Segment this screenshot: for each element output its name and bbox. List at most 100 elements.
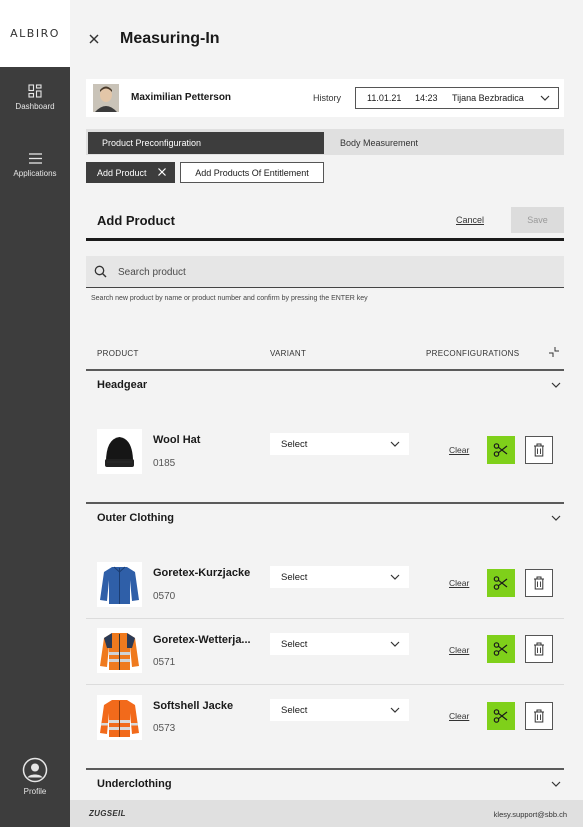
scissors-icon: [493, 642, 508, 656]
section-title: Add Product: [97, 213, 175, 228]
chip-label: Add Product: [97, 167, 147, 178]
search-input[interactable]: [118, 262, 538, 282]
search-hint: Search new product by name or product nu…: [91, 295, 368, 302]
cancel-button[interactable]: Cancel: [456, 215, 484, 225]
page-title: Measuring-In: [120, 30, 220, 47]
variant-select[interactable]: Select: [270, 566, 409, 588]
chevron-down-icon: [390, 641, 400, 647]
chevron-down-icon[interactable]: [551, 382, 561, 388]
tab-body-measurement[interactable]: Body Measurement: [340, 132, 418, 154]
preconfigure-button[interactable]: [487, 436, 515, 464]
product-number: 0570: [153, 591, 176, 602]
sidebar-item-label: Profile: [23, 787, 47, 796]
delete-button[interactable]: [525, 635, 553, 663]
product-number: 0571: [153, 657, 176, 668]
clear-button[interactable]: Clear: [449, 578, 469, 588]
category-divider: [86, 768, 564, 770]
preconfigure-button[interactable]: [487, 702, 515, 730]
footer-logo: ZUGSEIL: [89, 809, 126, 818]
clear-button[interactable]: Clear: [449, 711, 469, 721]
product-name: Goretex-Kurzjacke: [153, 567, 251, 579]
scissors-icon: [493, 576, 508, 590]
divider: [86, 238, 564, 241]
column-header-variant: VARIANT: [270, 349, 307, 358]
tab-bar: Product Preconfiguration Body Measuremen…: [86, 129, 564, 155]
search-box: [86, 256, 564, 288]
support-email-link[interactable]: klesy.support@sbb.ch: [494, 810, 567, 819]
category-outer-clothing[interactable]: Outer Clothing: [97, 512, 174, 524]
column-header-product: PRODUCT: [97, 349, 139, 358]
chevron-down-icon: [390, 574, 400, 580]
main-panel: Measuring-In Maximilian Petterson Histor…: [70, 0, 583, 827]
close-icon[interactable]: [87, 32, 101, 46]
product-image: [97, 695, 142, 740]
product-image: [97, 562, 142, 607]
scissors-icon: [493, 709, 508, 723]
logo[interactable]: ALBIRO: [0, 0, 70, 67]
dashboard-icon: [28, 84, 42, 98]
page-header: Measuring-In: [70, 0, 583, 67]
category-divider: [86, 502, 564, 504]
clear-button[interactable]: Clear: [449, 445, 469, 455]
person-card: Maximilian Petterson History 11.01.21 14…: [86, 79, 564, 117]
column-header-preconfigurations: PRECONFIGURATIONS: [426, 349, 520, 358]
variant-value: Select: [281, 639, 308, 650]
clear-button[interactable]: Clear: [449, 645, 469, 655]
variant-value: Select: [281, 572, 308, 583]
variant-value: Select: [281, 439, 308, 450]
add-product-chip[interactable]: Add Product: [86, 162, 175, 183]
product-name: Softshell Jacke: [153, 700, 234, 712]
variant-select[interactable]: Select: [270, 699, 409, 721]
sidebar-item-dashboard[interactable]: Dashboard: [0, 84, 70, 111]
save-button[interactable]: Save: [511, 207, 564, 233]
history-label: History: [313, 93, 342, 103]
trash-icon: [534, 709, 544, 723]
person-name: Maximilian Petterson: [131, 92, 232, 103]
preconfigure-button[interactable]: [487, 635, 515, 663]
chevron-down-icon: [540, 95, 550, 101]
delete-button[interactable]: [525, 436, 553, 464]
chevron-down-icon[interactable]: [551, 515, 561, 521]
search-icon: [94, 265, 107, 278]
chevron-down-icon[interactable]: [551, 781, 561, 787]
trash-icon: [534, 642, 544, 656]
row-divider: [86, 684, 564, 685]
sidebar-item-label: Dashboard: [15, 102, 55, 111]
product-name: Goretex-Wetterja...: [153, 634, 251, 646]
history-date: 11.01.21: [367, 93, 402, 103]
variant-select[interactable]: Select: [270, 433, 409, 455]
sidebar-item-label: Applications: [13, 169, 57, 178]
close-icon[interactable]: [157, 167, 167, 177]
category-underclothing[interactable]: Underclothing: [97, 778, 172, 790]
sidebar: ALBIRO Dashboard Applications Profile: [0, 0, 70, 827]
sidebar-item-applications[interactable]: Applications: [0, 152, 70, 178]
history-select[interactable]: 11.01.21 14:23 Tijana Bezbradica: [355, 87, 559, 109]
product-name: Wool Hat: [153, 434, 201, 446]
trash-icon: [534, 576, 544, 590]
delete-button[interactable]: [525, 569, 553, 597]
category-headgear[interactable]: Headgear: [97, 379, 147, 391]
row-divider: [86, 618, 564, 619]
variant-select[interactable]: Select: [270, 633, 409, 655]
history-time: 14:23: [415, 93, 438, 103]
product-number: 0185: [153, 458, 176, 469]
tab-product-preconfiguration[interactable]: Product Preconfiguration: [88, 132, 324, 154]
scissors-icon: [493, 443, 508, 457]
menu-icon: [28, 153, 42, 164]
history-user: Tijana Bezbradica: [452, 93, 524, 103]
logo-text: ALBIRO: [10, 27, 60, 40]
category-divider: [86, 369, 564, 371]
sidebar-item-profile[interactable]: Profile: [0, 757, 70, 796]
product-image: [97, 628, 142, 673]
collapse-icon[interactable]: [548, 346, 560, 358]
chevron-down-icon: [390, 707, 400, 713]
variant-value: Select: [281, 705, 308, 716]
add-products-of-entitlement-button[interactable]: Add Products Of Entitlement: [180, 162, 324, 183]
chevron-down-icon: [390, 441, 400, 447]
product-number: 0573: [153, 723, 176, 734]
trash-icon: [534, 443, 544, 457]
product-image: [97, 429, 142, 474]
preconfigure-button[interactable]: [487, 569, 515, 597]
delete-button[interactable]: [525, 702, 553, 730]
footer: ZUGSEIL klesy.support@sbb.ch: [70, 800, 583, 827]
